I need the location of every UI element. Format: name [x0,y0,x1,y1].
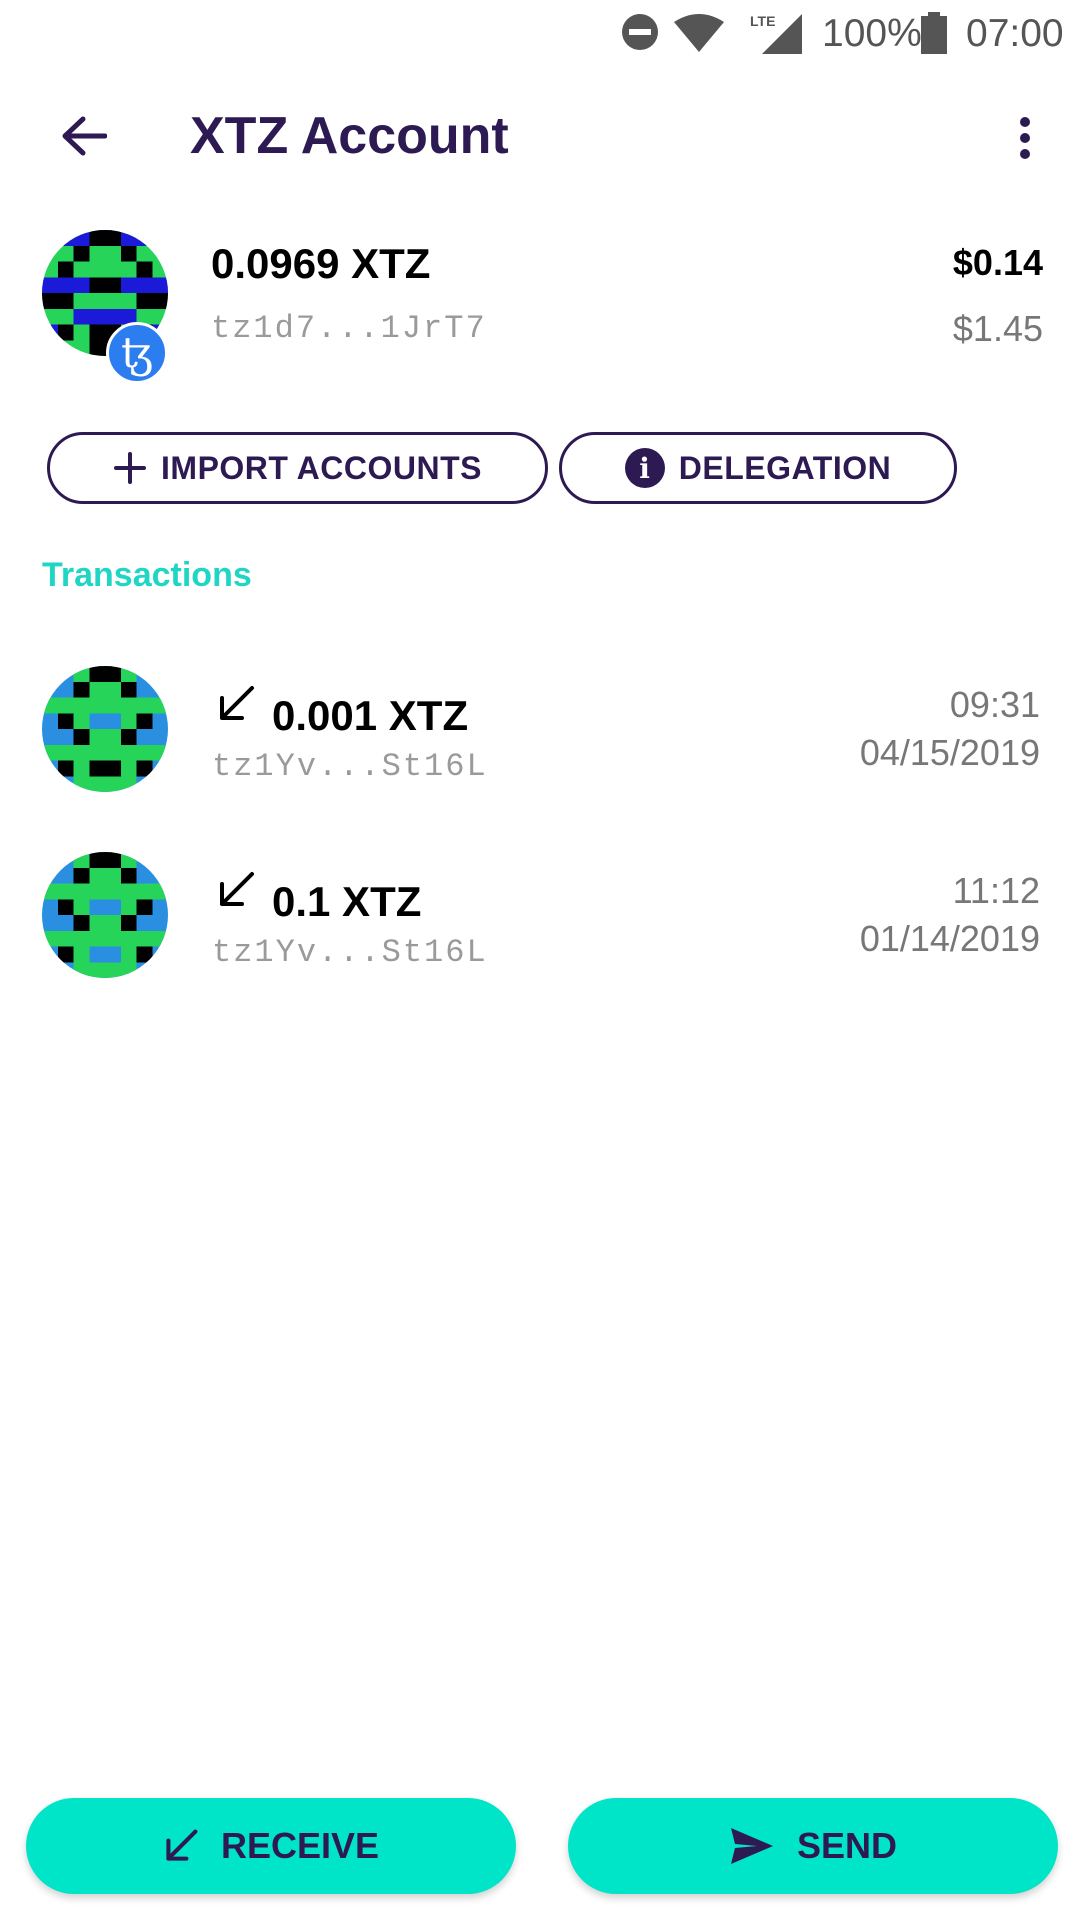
fiat-price: $1.45 [952,308,1043,349]
more-vert-icon [1020,117,1030,159]
send-button[interactable]: SEND [568,1798,1058,1894]
transactions-heading: Transactions [42,556,252,594]
plus-icon [114,452,147,484]
xtz-account-screen: LTE 100% 07:00 XTZ Account ꜩ 0.0969 XTZ … [0,0,1080,1920]
receive-arrow-icon [166,1829,198,1861]
receive-button[interactable]: RECEIVE [26,1798,516,1894]
battery-percent: 100% [822,12,922,55]
delegation-button[interactable]: i DELEGATION [559,432,957,504]
back-button[interactable] [52,108,116,164]
transaction-time: 09:31 [949,684,1040,725]
status-bar: LTE 100% 07:00 [0,0,1080,64]
tezos-icon: ꜩ [106,322,168,384]
back-arrow-icon [62,116,107,156]
page-title: XTZ Account [190,107,509,165]
transaction-amount: 0.1 XTZ [272,878,422,925]
incoming-arrow-icon [220,686,254,720]
sender-identicon [42,852,168,978]
transaction-amount: 0.001 XTZ [272,692,469,739]
svg-text:LTE: LTE [750,13,775,29]
receive-label: RECEIVE [220,1825,380,1866]
incoming-arrow-icon [220,872,254,906]
sender-identicon [42,666,168,792]
transaction-address: tz1Yv...St16L [212,934,488,971]
send-label: SEND [796,1825,898,1866]
do-not-disturb-icon [622,14,658,50]
import-accounts-button[interactable]: IMPORT ACCOUNTS [47,432,548,504]
clock: 07:00 [966,12,1064,55]
transaction-row[interactable]: 0.1 XTZ tz1Yv...St16L 11:12 01/14/2019 [0,852,1080,992]
transaction-row[interactable]: 0.001 XTZ tz1Yv...St16L 09:31 04/15/2019 [0,666,1080,806]
transaction-time: 11:12 [952,870,1040,911]
overflow-menu-button[interactable] [1000,108,1050,168]
send-icon [730,1828,773,1864]
wifi-icon [674,14,724,52]
transaction-date: 01/14/2019 [859,918,1040,959]
lte-signal-icon: LTE [750,13,802,54]
info-icon: i [624,448,665,488]
account-balance: 0.0969 XTZ [211,240,431,287]
transaction-address: tz1Yv...St16L [212,748,488,785]
import-accounts-label: IMPORT ACCOUNTS [161,449,482,486]
transaction-date: 04/15/2019 [859,732,1040,773]
account-address: tz1d7...1JrT7 [211,310,487,347]
battery-icon [921,12,947,54]
fiat-balance: $0.14 [952,242,1043,283]
delegation-label: DELEGATION [678,449,892,486]
